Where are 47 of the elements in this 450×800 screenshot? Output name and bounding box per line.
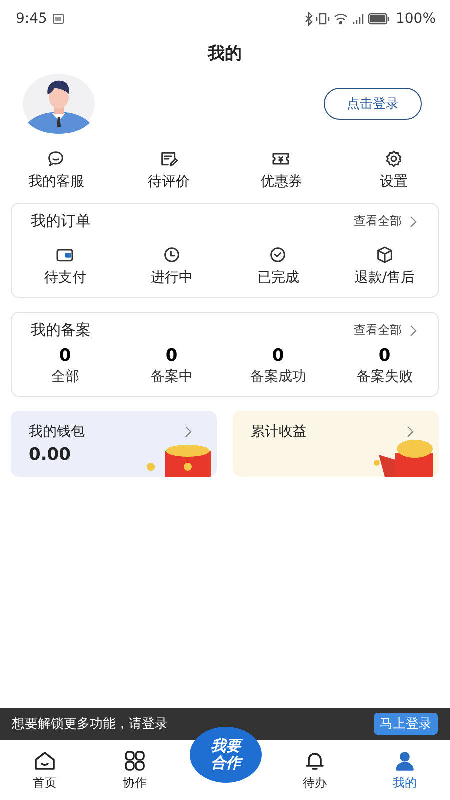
filing-count: 0 [272,346,284,366]
tab-bar-item[interactable]: 待办 [270,748,360,792]
order-status-label[interactable]: 已完成 [257,269,300,287]
shortcut-label[interactable]: 我的客服 [28,173,84,191]
filing-label[interactable]: 备案失败 [356,368,413,386]
tab-bar-item[interactable]: 协作 [90,748,180,792]
card-title: 我的订单 [31,212,91,231]
login-button[interactable]: 点击登录 [324,88,422,120]
filing-count: 0 [166,346,178,366]
box-icon [374,245,395,265]
check-circle-icon [268,245,288,265]
shortcut-label[interactable]: 优惠券 [260,173,302,191]
grid-icon [123,748,147,772]
card-title: 我的备案 [31,321,91,340]
tab-bar-item[interactable]: 我的 [360,748,450,792]
earnings-card[interactable]: 累计收益 [233,411,439,477]
chat-icon [46,149,66,169]
battery-percent: 100% [396,11,436,27]
clock-icon [162,245,182,265]
page-title: 我的 [206,43,243,65]
banner-text: 想要解锁更多功能，请登录 [12,716,168,733]
filing-count: 0 [378,346,391,366]
chevron-right-icon [410,324,418,336]
filing-label[interactable]: 备案成功 [250,368,306,386]
filing-label[interactable]: 备案中 [150,368,193,386]
wallet-card[interactable]: 我的钱包 0.00 [11,411,217,477]
chevron-right-icon [185,426,193,438]
cooperate-button[interactable]: 我要合作 [190,727,262,783]
chevron-right-icon [410,216,418,228]
earnings-title: 累计收益 [251,423,307,441]
order-status-label[interactable]: 待支付 [44,269,86,287]
filing-label[interactable]: 全部 [51,368,80,386]
view-all-link[interactable]: 查看全部 [354,213,402,230]
login-now-button[interactable]: 马上登录 [374,713,438,735]
shortcut-label[interactable]: 待评价 [148,173,190,191]
tab-bar-item[interactable]: 首页 [0,748,90,792]
order-status-label[interactable]: 退款/售后 [354,269,416,287]
notification-icon [53,14,64,24]
wallet-title: 我的钱包 [29,423,85,441]
wallet-amount: 0.00 [29,445,71,465]
order-status-label[interactable]: 进行中 [150,269,193,287]
filing-count: 0 [59,346,72,366]
status-time: 9:45 [16,11,48,27]
view-all-link[interactable]: 查看全部 [354,322,402,339]
settings-icon [384,149,404,169]
chevron-right-icon [407,426,415,438]
shortcut-label[interactable]: 设置 [380,173,408,191]
